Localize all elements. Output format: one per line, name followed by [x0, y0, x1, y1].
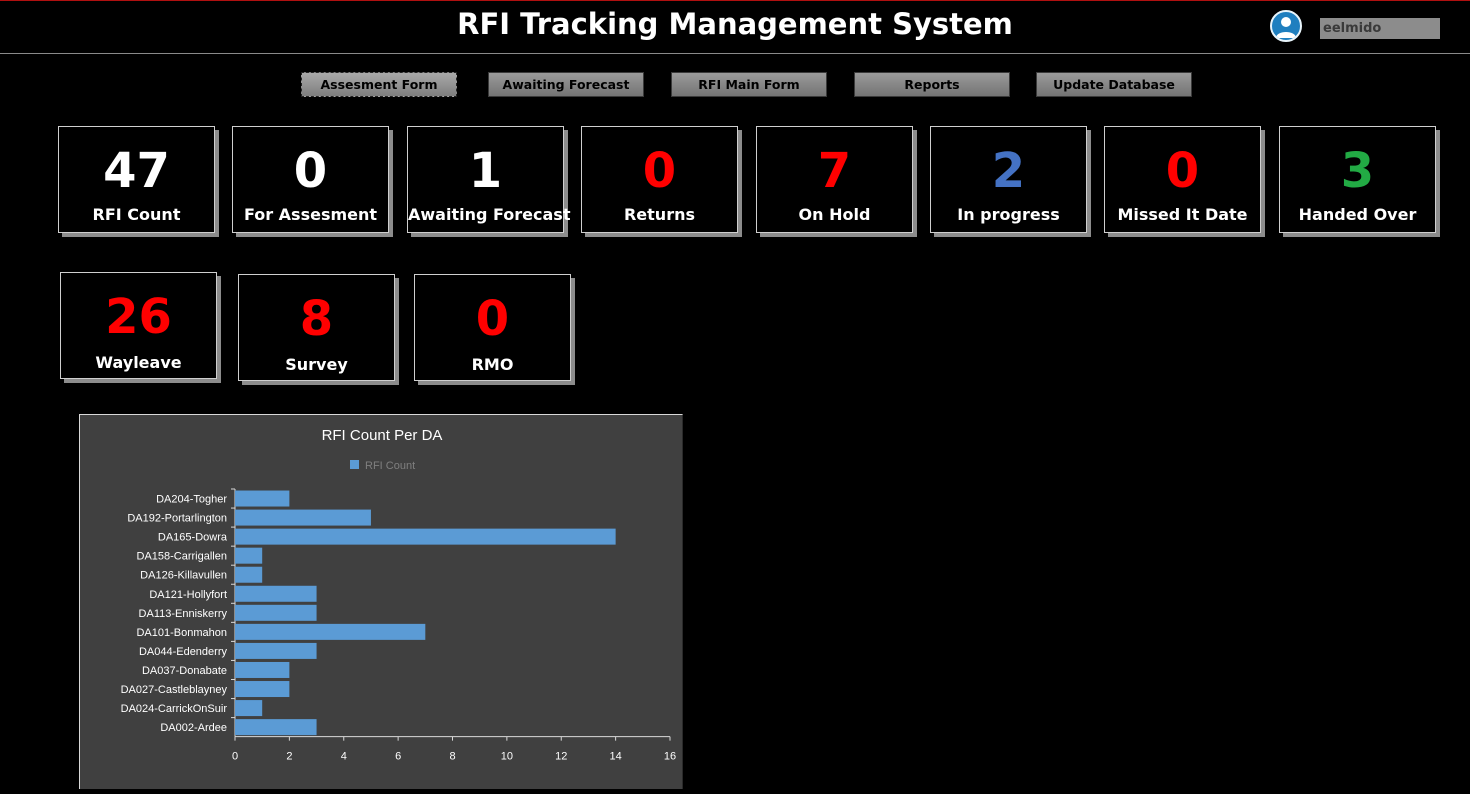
- y-tick-label: DA165-Dowra: [158, 532, 228, 544]
- card-value: 2: [991, 143, 1026, 199]
- card-value: 7: [817, 143, 852, 199]
- card-label: Returns: [623, 205, 695, 224]
- card-label: Handed Over: [1298, 205, 1417, 224]
- x-tick-label: 4: [341, 751, 347, 763]
- card-label: For Assesment: [243, 205, 378, 224]
- x-tick-label: 2: [286, 751, 292, 763]
- card-label: Awaiting Forecast: [408, 205, 571, 224]
- card-label: Wayleave: [95, 353, 182, 372]
- chart-bar: [235, 642, 317, 659]
- card-returns: 0 Returns: [581, 126, 738, 233]
- card-rmo: 0 RMO: [414, 274, 571, 381]
- card-missed-it-date: 0 Missed It Date: [1104, 126, 1261, 233]
- user-avatar-icon[interactable]: [1270, 10, 1302, 42]
- card-in-progress: 2 In progress: [930, 126, 1087, 233]
- card-label: Survey: [285, 355, 348, 374]
- card-on-hold: 7 On Hold: [756, 126, 913, 233]
- card-handed-over: 3 Handed Over: [1279, 126, 1436, 233]
- x-tick-label: 12: [555, 751, 567, 763]
- page-title: RFI Tracking Management System: [457, 7, 1013, 41]
- chart-bar: [235, 700, 263, 717]
- update-database-button[interactable]: Update Database: [1036, 72, 1192, 97]
- y-tick-label: DA113-Enniskerry: [139, 608, 228, 620]
- chart-bar: [235, 719, 317, 736]
- card-value: 8: [299, 291, 334, 347]
- rfi-count-chart: RFI Count Per DA RFI Count DA204-Togher D…: [79, 414, 683, 789]
- card-value: 47: [103, 143, 170, 199]
- card-awaiting-forecast: 1 Awaiting Forecast: [407, 126, 571, 233]
- chart-bar: [235, 661, 290, 678]
- y-tick-label: DA158-Carrigallen: [137, 551, 228, 563]
- card-value: 0: [642, 143, 677, 199]
- awaiting-forecast-form-button[interactable]: Awaiting Forecast Form: [488, 72, 644, 115]
- header-divider: [0, 53, 1470, 54]
- x-tick-label: 6: [395, 751, 401, 763]
- y-tick-label: DA044-Edenderry: [139, 646, 228, 658]
- chart-bar: [235, 623, 426, 640]
- x-tick-label: 10: [501, 751, 513, 763]
- chart-title: RFI Count Per DA: [322, 427, 443, 444]
- x-tick-label: 0: [232, 751, 238, 763]
- card-value: 26: [105, 289, 172, 345]
- x-tick-label: 8: [449, 751, 455, 763]
- card-rfi-count: 47 RFI Count: [58, 126, 215, 233]
- y-tick-label: DA101-Bonmahon: [136, 627, 227, 639]
- card-value: 0: [1165, 143, 1200, 199]
- y-tick-label: DA126-Killavullen: [140, 570, 227, 582]
- card-label: RMO: [471, 355, 514, 374]
- chart-plot-area: DA204-Togher DA192-Portarlington DA165-Dow…: [121, 488, 676, 763]
- card-wayleave: 26 Wayleave: [60, 272, 217, 379]
- chart-bar: [235, 585, 317, 602]
- y-tick-label: DA037-Donabate: [142, 665, 227, 677]
- card-value: 0: [293, 143, 328, 199]
- rfi-main-form-button[interactable]: RFI Main Form: [671, 72, 827, 97]
- y-tick-label: DA204-Togher: [156, 494, 227, 506]
- chart-bar: [235, 566, 263, 583]
- card-for-assesment: 0 For Assesment: [232, 126, 389, 233]
- username-field: eelmido: [1320, 18, 1440, 39]
- y-tick-label: DA027-Castleblayney: [121, 684, 228, 696]
- chart-bar: [235, 604, 317, 621]
- chart-bar: [235, 490, 290, 507]
- bar-chart-svg: RFI Count Per DA RFI Count DA204-TogherD…: [121, 427, 677, 763]
- card-value: 0: [475, 291, 510, 347]
- reports-button[interactable]: Reports: [854, 72, 1010, 97]
- header-bar: RFI Tracking Management System eelmido: [0, 1, 1470, 53]
- chart-bar: [235, 528, 616, 545]
- card-label: Missed It Date: [1117, 205, 1248, 224]
- legend-swatch: [350, 460, 359, 469]
- card-value: 1: [468, 143, 503, 199]
- y-tick-label: DA121-Hollyfort: [149, 589, 227, 601]
- card-label: In progress: [957, 205, 1060, 224]
- card-survey: 8 Survey: [238, 274, 395, 381]
- chart-bar: [235, 681, 290, 698]
- chart-bar: [235, 509, 371, 526]
- legend-label: RFI Count: [365, 460, 415, 472]
- y-tick-label: DA192-Portarlington: [127, 513, 227, 525]
- x-tick-label: 16: [664, 751, 676, 763]
- card-value: 3: [1340, 143, 1375, 199]
- y-tick-label: DA002-Ardee: [160, 722, 227, 734]
- card-label: RFI Count: [92, 205, 181, 224]
- x-tick-label: 14: [610, 751, 622, 763]
- chart-bar: [235, 547, 263, 564]
- card-label: On Hold: [798, 205, 871, 224]
- assesment-form-button[interactable]: Assesment Form: [301, 72, 457, 97]
- y-tick-label: DA024-CarrickOnSuir: [121, 703, 228, 715]
